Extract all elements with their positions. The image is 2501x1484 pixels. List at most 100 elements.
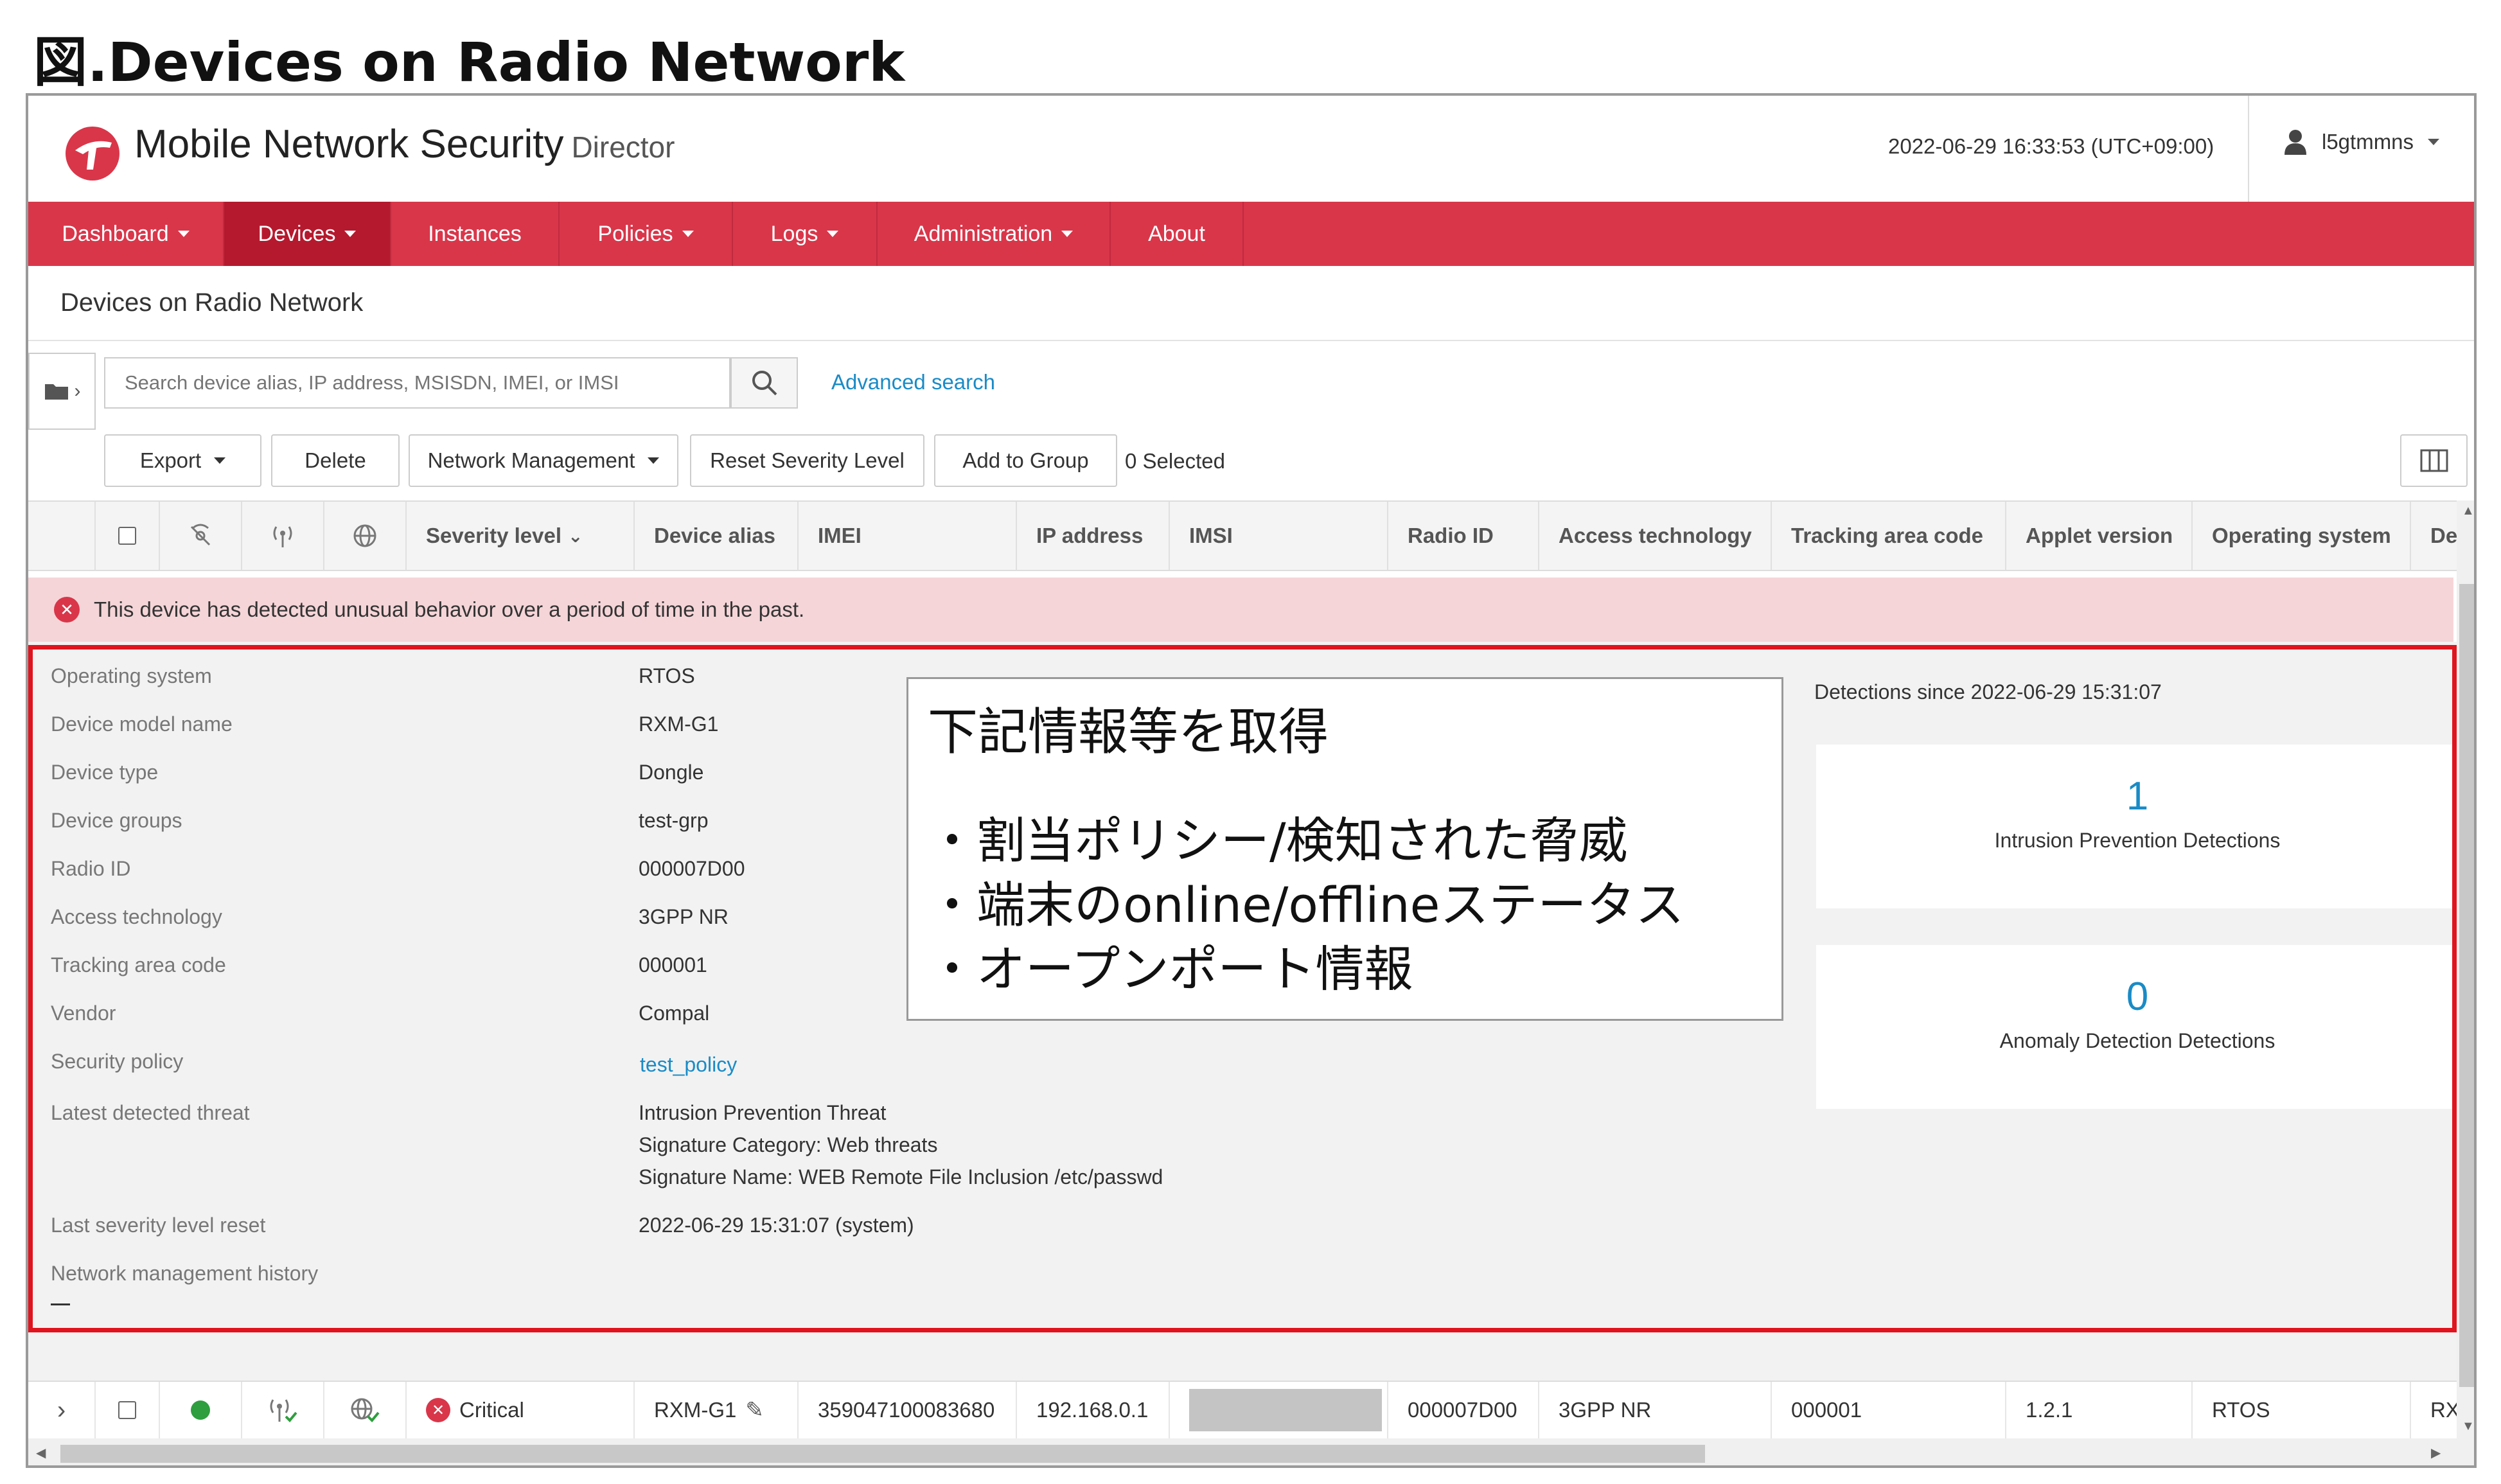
highlight-box xyxy=(28,645,2457,1332)
row-imei: 359047100083680 xyxy=(799,1382,1017,1438)
nav-label: Dashboard xyxy=(62,221,169,246)
row-tac: 000001 xyxy=(1772,1382,2006,1438)
th-severity[interactable]: Severity level ⌄ xyxy=(407,502,635,570)
th-ip-label: IP address xyxy=(1036,524,1144,547)
status-icon xyxy=(190,524,211,546)
row-ip-text: 192.168.0.1 xyxy=(1036,1398,1149,1422)
row-severity: ✕ Critical xyxy=(407,1382,635,1438)
scroll-right-icon[interactable]: ▶ xyxy=(2431,1445,2441,1461)
header-divider xyxy=(2248,96,2249,202)
row-alias: RXM-G1 ✎ xyxy=(635,1382,799,1438)
chevron-right-icon: › xyxy=(57,1395,66,1424)
th-access-tech[interactable]: Access technology xyxy=(1539,502,1772,570)
th-radio-id-label: Radio ID xyxy=(1408,524,1494,547)
horizontal-scroll-thumb[interactable] xyxy=(60,1445,1705,1463)
user-menu[interactable]: l5gtmmns xyxy=(2283,129,2440,155)
row-checkbox[interactable] xyxy=(118,1401,136,1419)
th-signal[interactable] xyxy=(242,502,324,570)
app-window: Mobile Network Security Director 2022-06-… xyxy=(26,93,2477,1468)
main-nav: Dashboard Devices Instances Policies Log… xyxy=(28,202,2474,266)
network-management-label: Network Management xyxy=(427,448,635,472)
table-header: Severity level ⌄ Device alias IMEI IP add… xyxy=(28,500,2457,571)
vertical-scroll-thumb[interactable] xyxy=(2459,584,2474,1387)
row-applet: 1.2.1 xyxy=(2006,1382,2193,1438)
columns-icon xyxy=(2420,449,2448,472)
row-expand-toggle[interactable]: › xyxy=(28,1382,96,1438)
row-imei-text: 359047100083680 xyxy=(818,1398,995,1422)
select-all-checkbox[interactable] xyxy=(118,527,136,545)
pencil-icon[interactable]: ✎ xyxy=(745,1397,764,1423)
th-imei[interactable]: IMEI xyxy=(799,502,1017,570)
th-alias[interactable]: Device alias xyxy=(635,502,799,570)
row-radio-id-text: 000007D00 xyxy=(1408,1398,1517,1422)
reset-severity-button[interactable]: Reset Severity Level xyxy=(690,434,924,487)
nav-administration[interactable]: Administration xyxy=(878,202,1111,266)
selected-count: 0 Selected xyxy=(1125,449,1225,473)
search-input[interactable] xyxy=(104,357,730,409)
user-icon xyxy=(2284,130,2306,155)
horizontal-scrollbar[interactable]: ◀ ▶ xyxy=(28,1438,2474,1465)
chevron-down-icon xyxy=(1061,231,1074,237)
alert-text: This device has detected unusual behavio… xyxy=(94,597,805,621)
vertical-scrollbar[interactable]: ▲ ▼ xyxy=(2457,500,2474,1438)
table-row[interactable]: › ✕ Critical RXM-G1 ✎ 359047100083680 192.… xyxy=(28,1382,2457,1438)
nav-instances[interactable]: Instances xyxy=(391,202,560,266)
online-status-icon xyxy=(191,1400,210,1420)
th-imsi-label: IMSI xyxy=(1189,524,1233,547)
app-header: Mobile Network Security Director 2022-06-… xyxy=(28,96,2474,202)
nav-policies[interactable]: Policies xyxy=(560,202,733,266)
antenna-check-icon xyxy=(270,1399,297,1422)
row-applet-text: 1.2.1 xyxy=(2026,1398,2073,1422)
scroll-down-icon[interactable]: ▼ xyxy=(2462,1419,2474,1434)
th-access-tech-label: Access technology xyxy=(1559,524,1752,547)
folder-toggle-button[interactable]: › xyxy=(28,353,96,430)
chevron-right-icon: › xyxy=(74,380,81,402)
th-imsi[interactable]: IMSI xyxy=(1170,502,1388,570)
chevron-down-icon xyxy=(177,231,190,237)
th-radio-id[interactable]: Radio ID xyxy=(1388,502,1539,570)
export-button[interactable]: Export xyxy=(104,434,261,487)
user-name: l5gtmmns xyxy=(2322,130,2414,154)
behavior-alert: ✕ This device has detected unusual behav… xyxy=(28,578,2453,642)
search-button[interactable] xyxy=(730,357,798,409)
nav-label: Policies xyxy=(597,221,673,246)
row-device-text: RXM- xyxy=(2430,1398,2457,1422)
antenna-icon xyxy=(273,526,292,547)
th-applet[interactable]: Applet version xyxy=(2006,502,2193,570)
folder-icon xyxy=(44,384,68,400)
nav-devices[interactable]: Devices xyxy=(224,202,391,266)
header-datetime: 2022-06-29 16:33:53 (UTC+09:00) xyxy=(1888,134,2214,158)
row-select[interactable] xyxy=(96,1382,160,1438)
nav-label: Administration xyxy=(914,221,1053,246)
th-device[interactable]: Devic xyxy=(2411,502,2457,570)
th-expand xyxy=(28,502,96,570)
nav-logs[interactable]: Logs xyxy=(733,202,878,266)
trend-logo-icon xyxy=(66,127,119,181)
th-ip[interactable]: IP address xyxy=(1017,502,1170,570)
advanced-search-link[interactable]: Advanced search xyxy=(831,370,995,394)
reset-severity-label: Reset Severity Level xyxy=(710,448,905,472)
th-network[interactable] xyxy=(324,502,407,570)
th-alias-label: Device alias xyxy=(654,524,775,547)
network-management-button[interactable]: Network Management xyxy=(409,434,678,487)
th-select-all[interactable] xyxy=(96,502,160,570)
brand-title: Mobile Network Security xyxy=(134,122,564,166)
scroll-up-icon[interactable]: ▲ xyxy=(2462,504,2474,518)
scroll-left-icon[interactable]: ◀ xyxy=(36,1445,46,1461)
slide-title: 図.Devices on Radio Network xyxy=(33,31,905,94)
divider xyxy=(28,340,2474,341)
th-applet-label: Applet version xyxy=(2026,524,2173,547)
chevron-down-icon xyxy=(648,457,660,464)
chevron-down-icon xyxy=(827,231,839,237)
add-to-group-button[interactable]: Add to Group xyxy=(934,434,1117,487)
nav-dashboard[interactable]: Dashboard xyxy=(28,202,224,266)
globe-icon xyxy=(353,524,376,547)
delete-button[interactable]: Delete xyxy=(271,434,400,487)
chevron-down-icon xyxy=(2428,139,2440,145)
row-imsi xyxy=(1170,1382,1388,1438)
th-tac[interactable]: Tracking area code xyxy=(1772,502,2006,570)
column-settings-button[interactable] xyxy=(2400,434,2468,487)
th-os[interactable]: Operating system xyxy=(2193,502,2411,570)
th-status[interactable] xyxy=(160,502,242,570)
nav-about[interactable]: About xyxy=(1111,202,1244,266)
